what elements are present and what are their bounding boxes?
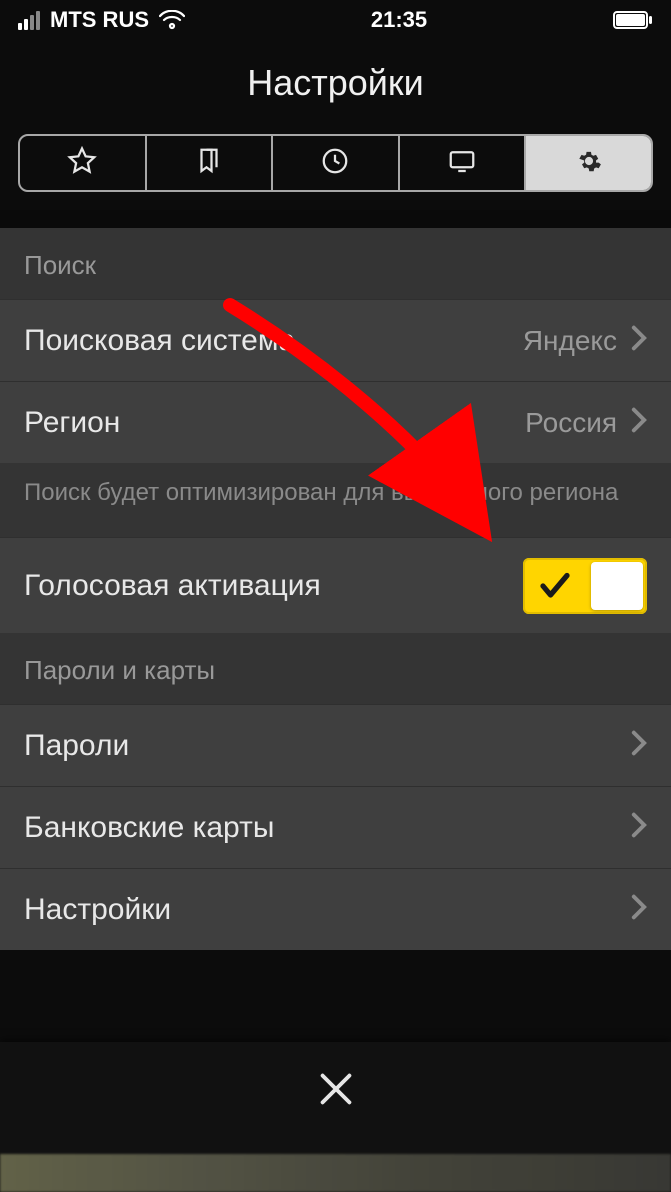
signal-icon	[18, 11, 40, 30]
row-label: Регион	[24, 406, 120, 440]
close-button[interactable]	[313, 1066, 359, 1117]
row-right: Яндекс	[523, 325, 647, 357]
row-right	[523, 558, 647, 614]
section-footer-search: Поиск будет оптимизирован для выбранного…	[0, 463, 671, 537]
row-label: Банковские карты	[24, 811, 274, 845]
row-passwords[interactable]: Пароли	[0, 704, 671, 786]
tab-favorites[interactable]	[20, 136, 147, 190]
bookmarks-icon	[194, 146, 224, 181]
chevron-right-icon	[631, 407, 647, 438]
row-search-engine[interactable]: Поисковая система Яндекс	[0, 299, 671, 381]
row-right: Россия	[525, 407, 647, 439]
status-time: 21:35	[371, 7, 427, 33]
wifi-icon	[159, 10, 185, 30]
page-title: Настройки	[0, 40, 671, 134]
row-passwords-settings[interactable]: Настройки	[0, 868, 671, 950]
gear-icon	[575, 147, 603, 180]
status-left: MTS RUS	[18, 7, 185, 33]
battery-icon	[613, 11, 653, 29]
row-label: Пароли	[24, 729, 129, 763]
tab-bookmarks[interactable]	[147, 136, 274, 190]
chevron-right-icon	[631, 894, 647, 925]
check-icon	[537, 568, 573, 609]
row-voice-activation[interactable]: Голосовая активация	[0, 537, 671, 633]
voice-toggle[interactable]	[523, 558, 647, 614]
section-divider	[0, 210, 671, 228]
row-right	[631, 730, 647, 761]
chevron-right-icon	[631, 812, 647, 843]
monitor-icon	[447, 146, 477, 181]
bottom-bar	[0, 1042, 671, 1192]
status-right	[613, 11, 653, 29]
tab-settings[interactable]	[526, 136, 651, 190]
section-header-search: Поиск	[0, 228, 671, 299]
row-bank-cards[interactable]: Банковские карты	[0, 786, 671, 868]
settings-list: Поиск Поисковая система Яндекс Регион Ро…	[0, 228, 671, 950]
row-right	[631, 894, 647, 925]
bottom-blur	[0, 1154, 671, 1192]
tab-bar	[18, 134, 653, 192]
row-value: Яндекс	[523, 325, 617, 357]
row-label: Голосовая активация	[24, 569, 321, 603]
row-label: Поисковая система	[24, 324, 295, 358]
section-header-passwords: Пароли и карты	[0, 633, 671, 704]
row-label: Настройки	[24, 893, 171, 927]
chevron-right-icon	[631, 325, 647, 356]
carrier-label: MTS RUS	[50, 7, 149, 33]
row-value: Россия	[525, 407, 617, 439]
chevron-right-icon	[631, 730, 647, 761]
tab-devices[interactable]	[400, 136, 527, 190]
status-bar: MTS RUS 21:35	[0, 0, 671, 40]
clock-icon	[320, 146, 350, 181]
row-region[interactable]: Регион Россия	[0, 381, 671, 463]
toggle-knob	[591, 562, 643, 610]
tab-history[interactable]	[273, 136, 400, 190]
row-right	[631, 812, 647, 843]
star-icon	[67, 146, 97, 181]
